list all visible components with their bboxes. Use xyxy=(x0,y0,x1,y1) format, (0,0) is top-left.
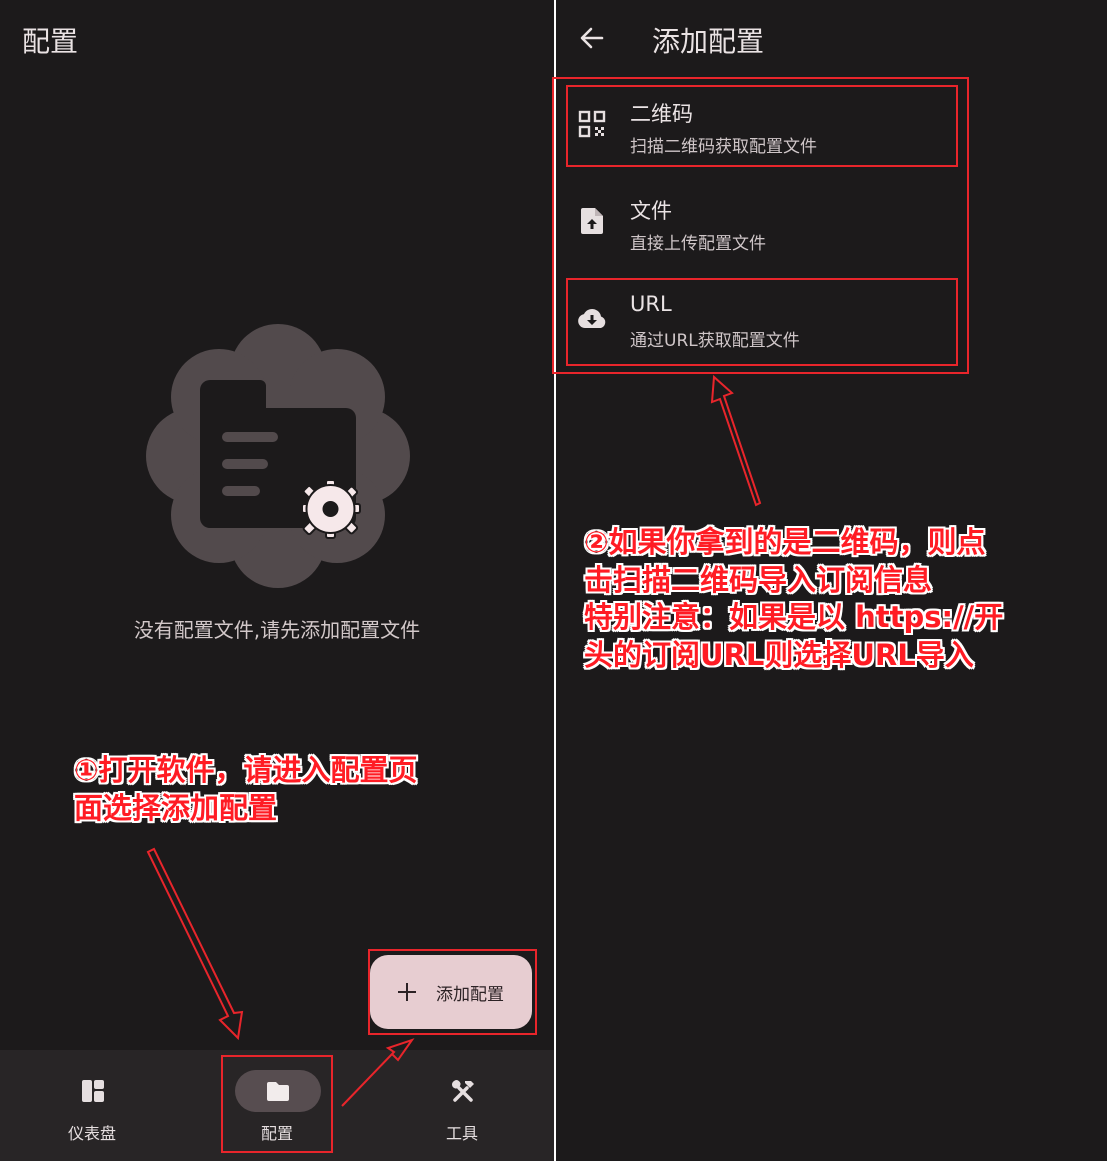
annotation-line: 头的订阅URL则选择URL导入 xyxy=(584,638,974,673)
annotation-step2: ②如果你拿到的是二维码，则点 击扫描二维码导入订阅信息 特别注意：如果是以 ht… xyxy=(584,524,1003,675)
annotation-line: ①打开软件，请进入配置页 xyxy=(74,753,418,787)
dashboard-icon xyxy=(82,1080,104,1102)
annotation-line: 击扫描二维码导入订阅信息 xyxy=(584,562,933,597)
annotation-line: 面选择添加配置 xyxy=(74,790,278,825)
empty-config-illustration xyxy=(146,324,410,588)
back-arrow-icon[interactable] xyxy=(578,24,606,52)
tools-icon xyxy=(451,1080,474,1102)
nav-item-tools[interactable]: 工具 xyxy=(370,1050,554,1161)
fab-highlight-box xyxy=(368,949,537,1035)
nav-label-tools: 工具 xyxy=(445,1124,478,1143)
page-title: 配置 xyxy=(22,25,79,58)
nav-item-dashboard[interactable]: 仪表盘 xyxy=(0,1050,184,1161)
annotation-line: 特别注意：如果是以 https://开 xyxy=(584,600,1004,635)
url-option-highlight-box xyxy=(566,278,958,366)
empty-state-message: 没有配置文件,请先添加配置文件 xyxy=(133,618,421,642)
annotation-step1: ①打开软件，请进入配置页 面选择添加配置 xyxy=(74,752,418,827)
qr-option-highlight-box xyxy=(566,85,958,167)
annotation-line: ②如果你拿到的是二维码，则点 xyxy=(584,525,986,559)
page-title: 添加配置 xyxy=(652,25,765,58)
config-tab-highlight-box xyxy=(221,1055,333,1153)
nav-label-dashboard: 仪表盘 xyxy=(67,1124,116,1143)
